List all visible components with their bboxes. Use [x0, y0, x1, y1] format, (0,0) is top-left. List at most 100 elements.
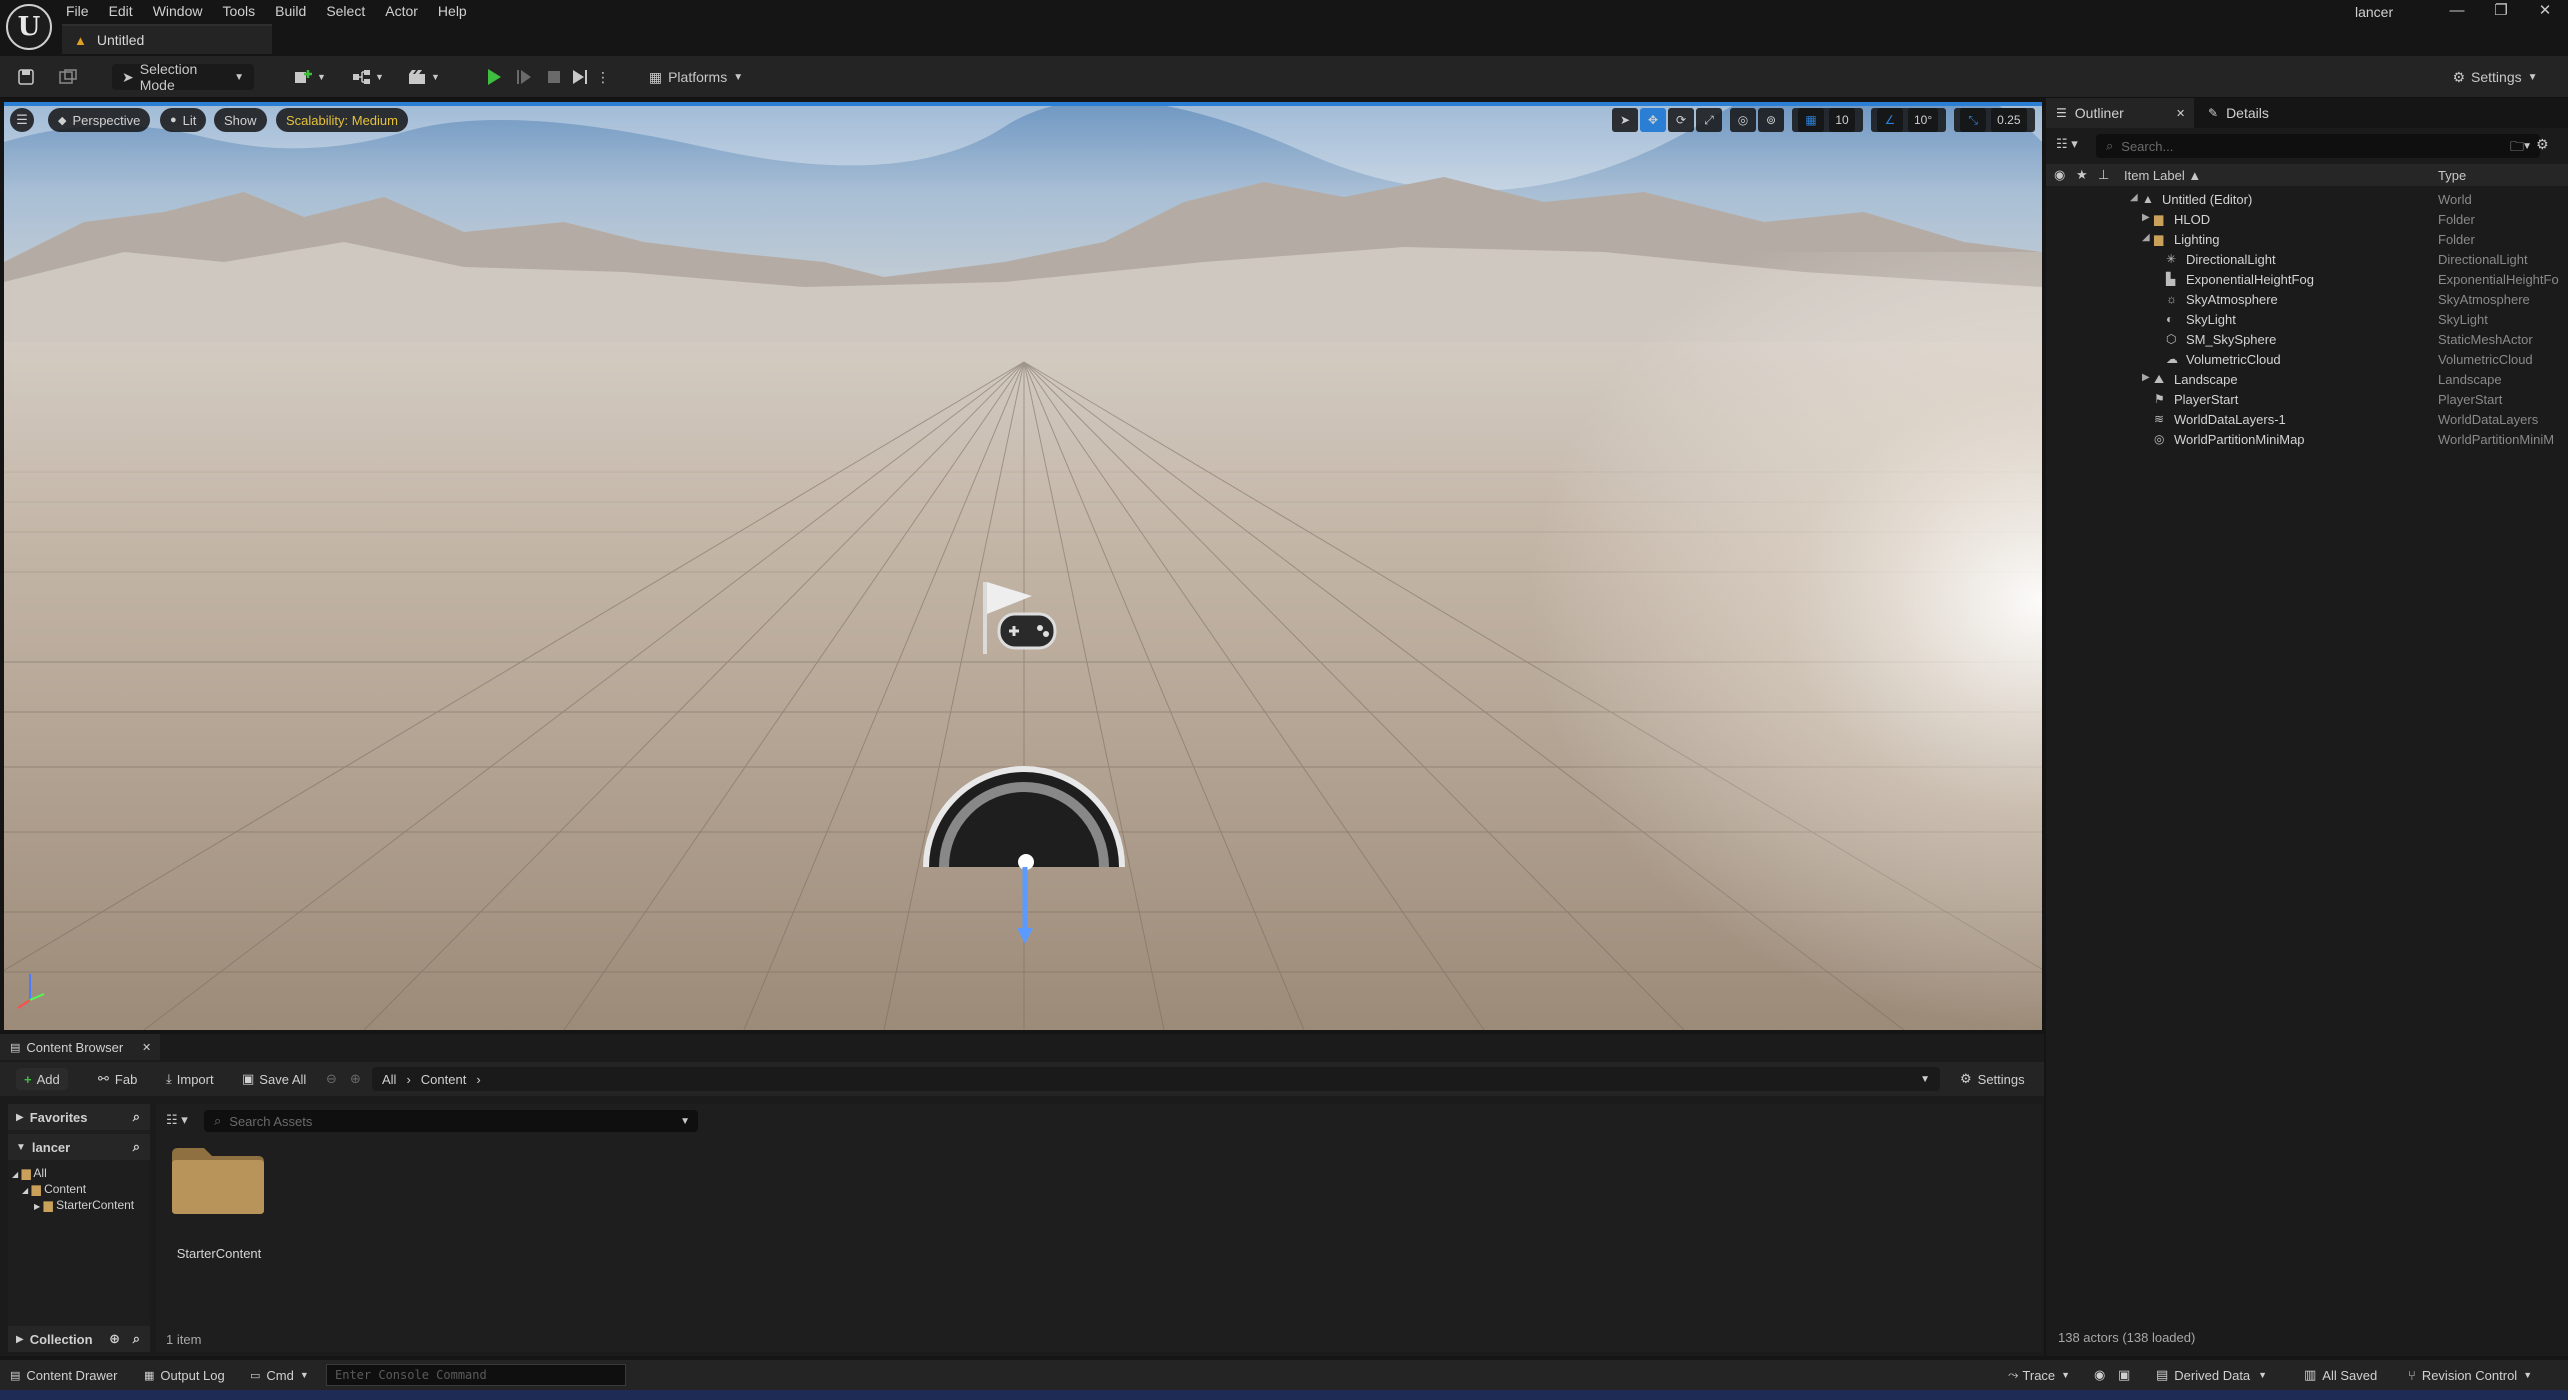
project-header[interactable]: ▼ lancer ⌕ — [8, 1134, 150, 1160]
add-actor-button[interactable]: ▼ — [290, 64, 330, 90]
outliner-row[interactable]: ◢ ▆ Lighting Folder — [2046, 230, 2568, 250]
scalability-button[interactable]: Scalability: Medium — [276, 108, 408, 132]
tab-outliner[interactable]: ☰ Outliner ✕ — [2046, 98, 2194, 128]
cb-settings-button[interactable]: ⚙ Settings — [1960, 1068, 2025, 1090]
path-content[interactable]: Content — [421, 1072, 467, 1087]
asset-search-input[interactable]: ⌕ Search Assets ▼ — [204, 1110, 698, 1132]
collection-header[interactable]: ▶ Collection ⊕ ⌕ — [8, 1326, 150, 1352]
add-button[interactable]: + Add — [16, 1068, 68, 1090]
save-all-button[interactable]: ▣ Save All — [242, 1068, 306, 1090]
search-icon[interactable]: ⌕ — [133, 1139, 140, 1155]
outliner-row[interactable]: ⬡ SM_SkySphere StaticMeshActor — [2046, 330, 2568, 350]
surface-snap-icon[interactable]: ⊚ — [1758, 108, 1784, 132]
folder-starter-content-icon[interactable] — [170, 1146, 266, 1216]
chevron-down-icon[interactable]: ▼ — [1920, 1074, 1930, 1085]
close-icon[interactable]: ✕ — [142, 1041, 151, 1054]
collapsed-arrow-icon[interactable]: ▶ — [2142, 212, 2150, 223]
outliner-row[interactable]: ▶ ⛰ Landscape Landscape — [2046, 370, 2568, 390]
save-icon[interactable] — [14, 64, 38, 90]
lit-button[interactable]: ● Lit — [160, 108, 207, 132]
outliner-row[interactable]: ✳ DirectionalLight DirectionalLight — [2046, 250, 2568, 270]
menu-tools[interactable]: Tools — [212, 0, 265, 22]
level-viewport[interactable]: ☰ ◆ Perspective ● Lit Show Scalability: … — [4, 102, 2042, 1030]
fab-button[interactable]: ⚯ Fab — [98, 1068, 137, 1090]
tab-content-browser[interactable]: ▤ Content Browser ✕ — [0, 1034, 160, 1060]
column-item-label[interactable]: Item Label ▲ — [2124, 168, 2201, 183]
gear-icon[interactable]: ⚙ — [2536, 136, 2549, 153]
scale-snap-button[interactable]: ⤡ 0.25 — [1954, 108, 2035, 132]
console-input[interactable]: Enter Console Command — [326, 1364, 626, 1386]
menu-edit[interactable]: Edit — [99, 0, 143, 22]
level-tab[interactable]: ▲ Untitled — [62, 24, 272, 54]
close-button[interactable]: ✕ — [2523, 0, 2567, 22]
revision-control-button[interactable]: ⑂ Revision Control ▼ — [2408, 1360, 2532, 1390]
scale-tool-icon[interactable]: ⤢ — [1696, 108, 1722, 132]
blueprints-button[interactable]: ▼ — [348, 64, 388, 90]
play-icon[interactable] — [482, 64, 506, 90]
record-icon[interactable]: ◉ — [2094, 1360, 2105, 1390]
visibility-icon[interactable]: ◉ — [2054, 167, 2065, 183]
search-icon[interactable]: ⌕ — [133, 1331, 140, 1347]
star-icon[interactable]: ★ — [2076, 167, 2088, 183]
show-button[interactable]: Show — [214, 108, 267, 132]
outliner-row[interactable]: ⚑ PlayerStart PlayerStart — [2046, 390, 2568, 410]
select-tool-icon[interactable]: ➤ — [1612, 108, 1638, 132]
outliner-row[interactable]: ◐ SkyLight SkyLight — [2046, 310, 2568, 330]
favorites-header[interactable]: ▶ Favorites ⌕ — [8, 1104, 150, 1130]
outliner-search-input[interactable]: ⌕ Search... ▼ — [2096, 134, 2540, 158]
rotation-snap-button[interactable]: ∠ 10° — [1871, 108, 1947, 132]
restore-button[interactable]: ❐ — [2479, 0, 2523, 22]
derived-data-button[interactable]: ▤ Derived Data ▼ — [2156, 1360, 2267, 1390]
outliner-row[interactable]: ▶ ▆ HLOD Folder — [2046, 210, 2568, 230]
add-folder-icon[interactable]: 🗀 — [2510, 136, 2524, 160]
history-back-icon[interactable]: ⊖ — [326, 1068, 337, 1090]
screenshot-icon[interactable]: ▣ — [2118, 1360, 2130, 1390]
outliner-row[interactable]: ☼ SkyAtmosphere SkyAtmosphere — [2046, 290, 2568, 310]
path-all[interactable]: All — [382, 1072, 396, 1087]
outliner-row[interactable]: ▙ ExponentialHeightFog ExponentialHeight… — [2046, 270, 2568, 290]
eject-icon[interactable] — [568, 64, 592, 90]
output-log-button[interactable]: ▦ Output Log — [144, 1360, 225, 1390]
outliner-row[interactable]: ◢ ▲ Untitled (Editor) World — [2046, 190, 2568, 210]
minimize-button[interactable]: — — [2435, 0, 2479, 22]
tab-details[interactable]: ✎ Details — [2198, 98, 2318, 128]
filter-icon[interactable]: ☷ ▾ — [2056, 136, 2078, 152]
cmd-dropdown[interactable]: ▭ Cmd ▼ — [250, 1360, 309, 1390]
all-saved-button[interactable]: ▥ All Saved — [2304, 1360, 2377, 1390]
outliner-row[interactable]: ◎ WorldPartitionMiniMap WorldPartitionMi… — [2046, 430, 2568, 450]
world-local-icon[interactable]: ◎ — [1730, 108, 1756, 132]
cinematics-button[interactable]: ▼ — [404, 64, 444, 90]
history-forward-icon[interactable]: ⊕ — [350, 1068, 361, 1090]
tree-item-content[interactable]: ◢ ▆ Content — [22, 1182, 86, 1196]
column-type[interactable]: Type — [2438, 168, 2466, 183]
pin-icon[interactable]: ⊥ — [2098, 167, 2109, 183]
outliner-row[interactable]: ☁ VolumetricCloud VolumetricCloud — [2046, 350, 2568, 370]
unreal-logo-icon[interactable]: U — [6, 4, 52, 50]
viewport-menu-icon[interactable]: ☰ — [10, 108, 34, 132]
expanded-arrow-icon[interactable]: ◢ — [2130, 192, 2138, 203]
tree-item-all[interactable]: ◢ ▆ All — [12, 1166, 47, 1180]
trace-dropdown[interactable]: ⤳ Trace ▼ — [2008, 1360, 2070, 1390]
advance-frame-icon[interactable] — [512, 64, 536, 90]
perspective-button[interactable]: ◆ Perspective — [48, 108, 151, 132]
menu-actor[interactable]: Actor — [375, 0, 428, 22]
menu-build[interactable]: Build — [265, 0, 316, 22]
stop-icon[interactable] — [542, 64, 566, 90]
settings-dropdown[interactable]: ⚙ Settings ▼ — [2450, 64, 2540, 90]
add-collection-icon[interactable]: ⊕ — [109, 1331, 120, 1347]
filter-icon[interactable]: ☷ ▾ — [166, 1112, 188, 1128]
import-button[interactable]: ⤓ Import — [166, 1068, 214, 1090]
close-icon[interactable]: ✕ — [2176, 107, 2185, 120]
browse-icon[interactable] — [56, 64, 80, 90]
menu-help[interactable]: Help — [428, 0, 477, 22]
tree-item-starter-content[interactable]: ▶ ▆ StarterContent — [34, 1198, 134, 1212]
menu-window[interactable]: Window — [143, 0, 213, 22]
collapsed-arrow-icon[interactable]: ▶ — [2142, 372, 2150, 383]
outliner-row[interactable]: ≋ WorldDataLayers-1 WorldDataLayers — [2046, 410, 2568, 430]
platforms-dropdown[interactable]: ▦ Platforms ▼ — [646, 64, 746, 90]
selection-mode-dropdown[interactable]: ➤ Selection Mode ▼ — [112, 61, 254, 93]
translate-tool-icon[interactable]: ✥ — [1640, 108, 1666, 132]
search-icon[interactable]: ⌕ — [133, 1109, 140, 1125]
rotate-tool-icon[interactable]: ⟳ — [1668, 108, 1694, 132]
grid-snap-button[interactable]: ▦ 10 — [1792, 108, 1863, 132]
